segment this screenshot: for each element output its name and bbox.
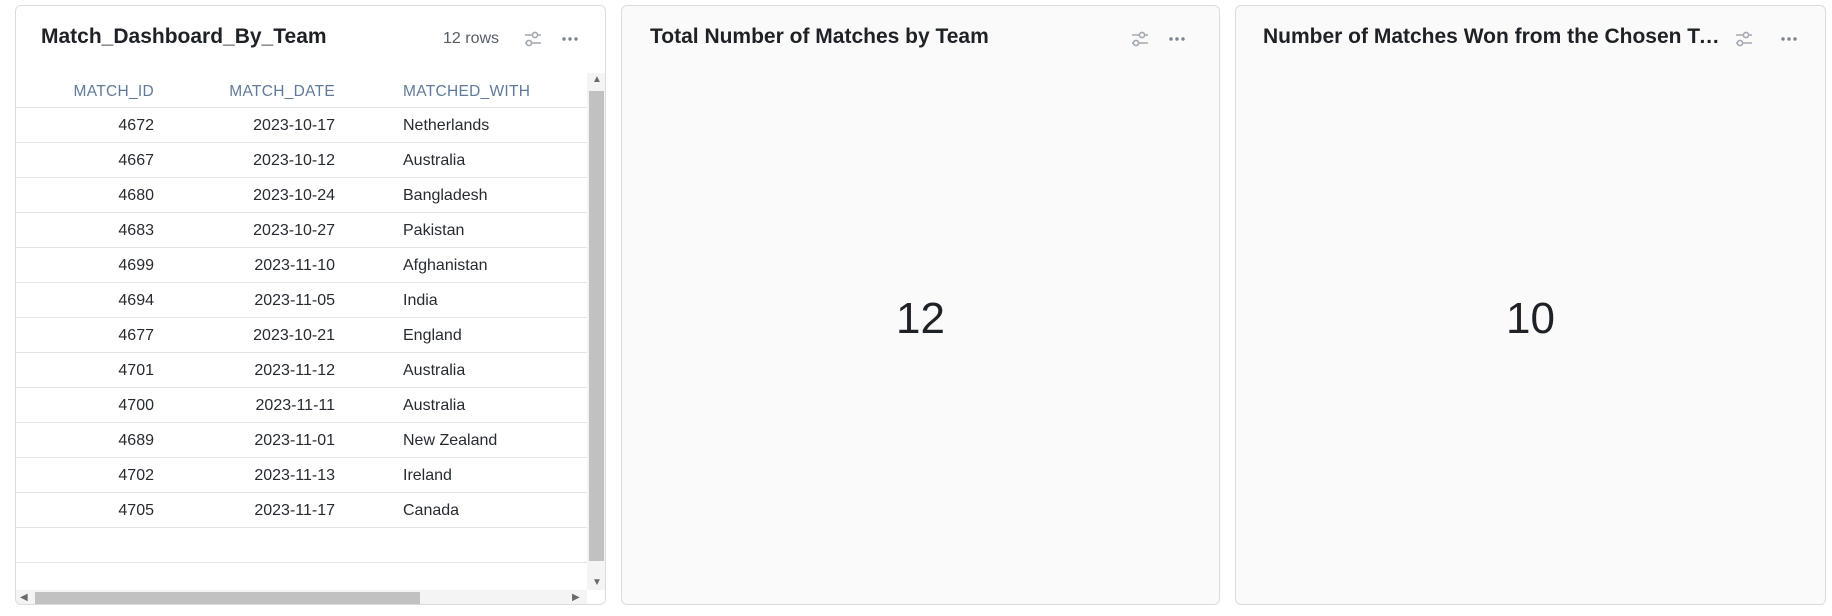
matches-won-panel: Number of Matches Won from the Chosen Te…	[1235, 5, 1826, 605]
cell-match-id: 4702	[118, 467, 154, 484]
kpi-value: 12	[896, 294, 945, 343]
column-header-match-id[interactable]: MATCH_ID	[74, 83, 154, 101]
table-row[interactable]: 4700 2023-11-11 Australia	[16, 388, 587, 423]
more-options-icon[interactable]	[1167, 31, 1187, 47]
cell-match-id: 4699	[118, 257, 154, 274]
cell-matched-with: Australia	[403, 362, 466, 379]
panel-title: Match_Dashboard_By_Team	[41, 25, 327, 48]
table-row[interactable]: 4667 2023-10-12 Australia	[16, 143, 587, 178]
cell-matched-with: Ireland	[403, 467, 452, 484]
cell-match-date: 2023-11-01	[254, 432, 335, 449]
cell-match-date: 2023-11-10	[254, 257, 335, 274]
cell-match-id: 4701	[118, 362, 154, 379]
scroll-down-arrow-icon[interactable]: ▼	[592, 578, 602, 588]
table-row[interactable]: 4672 2023-10-17 Netherlands	[16, 108, 587, 143]
filter-settings-icon[interactable]	[1130, 31, 1150, 47]
cell-match-date: 2023-10-21	[253, 327, 335, 344]
cell-match-id: 4680	[118, 187, 154, 204]
total-matches-panel: Total Number of Matches by Team 12	[621, 5, 1220, 605]
row-count-label: 12 rows	[443, 30, 500, 47]
table-row[interactable]: 4677 2023-10-21 England	[16, 318, 587, 353]
table-row[interactable]: 4694 2023-11-05 India	[16, 283, 587, 318]
cell-matched-with: Australia	[403, 152, 466, 169]
cell-matched-with: Australia	[403, 397, 466, 414]
table-row[interactable]: 4689 2023-11-01 New Zealand	[16, 423, 587, 458]
cell-matched-with: England	[403, 327, 462, 344]
cell-matched-with: New Zealand	[403, 432, 498, 449]
table-row[interactable]: 4702 2023-11-13 Ireland	[16, 458, 587, 493]
cell-match-date: 2023-11-05	[254, 292, 335, 309]
cell-match-date: 2023-10-27	[253, 222, 335, 239]
vertical-scrollbar[interactable]: ▲ ▼	[587, 73, 605, 590]
cell-match-id: 4667	[118, 152, 154, 169]
more-options-icon[interactable]	[560, 31, 580, 47]
cell-match-date: 2023-10-17	[253, 117, 335, 134]
scroll-left-arrow-icon[interactable]: ◀	[20, 593, 28, 603]
table-row[interactable]: 4680 2023-10-24 Bangladesh	[16, 178, 587, 213]
more-options-icon[interactable]	[1779, 31, 1799, 47]
cell-match-date: 2023-11-11	[255, 397, 335, 414]
empty-table-row	[16, 528, 587, 563]
panel-title: Number of Matches Won from the Chosen Te…	[1263, 25, 1725, 48]
cell-match-id: 4700	[118, 397, 154, 414]
cell-match-date: 2023-11-17	[254, 502, 335, 519]
cell-match-date: 2023-11-12	[254, 362, 335, 379]
match-dashboard-table-panel: Match_Dashboard_By_Team 12 rows MATCH_ID…	[15, 5, 606, 605]
panel-title: Total Number of Matches by Team	[650, 25, 989, 48]
cell-matched-with: Afghanistan	[403, 257, 488, 274]
filter-settings-icon[interactable]	[523, 31, 543, 47]
scroll-right-arrow-icon[interactable]: ▶	[572, 593, 580, 603]
table-row[interactable]: 4705 2023-11-17 Canada	[16, 493, 587, 528]
horizontal-scrollbar[interactable]: ◀ ▶	[16, 590, 587, 604]
cell-match-id: 4705	[118, 502, 154, 519]
cell-match-id: 4677	[118, 327, 154, 344]
cell-match-date: 2023-10-24	[253, 187, 335, 204]
cell-matched-with: Pakistan	[403, 222, 465, 239]
cell-matched-with: Bangladesh	[403, 187, 488, 204]
kpi-value: 10	[1506, 294, 1555, 343]
horizontal-scrollbar-thumb[interactable]	[35, 592, 420, 604]
column-header-match-date[interactable]: MATCH_DATE	[229, 83, 335, 101]
table-row[interactable]: 4699 2023-11-10 Afghanistan	[16, 248, 587, 283]
cell-matched-with: India	[403, 292, 438, 309]
table-body: 4672 2023-10-17 Netherlands 4667 2023-10-12 A…	[16, 108, 587, 563]
cell-match-date: 2023-10-12	[253, 152, 335, 169]
cell-match-id: 4683	[118, 222, 154, 239]
vertical-scrollbar-thumb[interactable]	[589, 91, 604, 561]
table-row[interactable]: 4683 2023-10-27 Pakistan	[16, 213, 587, 248]
filter-settings-icon[interactable]	[1734, 31, 1754, 47]
table-header: MATCH_ID MATCH_DATE MATCHED_WITH	[16, 73, 587, 108]
cell-matched-with: Canada	[403, 502, 460, 519]
cell-match-id: 4672	[118, 117, 154, 134]
scroll-up-arrow-icon[interactable]: ▲	[592, 75, 602, 85]
cell-matched-with: Netherlands	[403, 117, 490, 134]
table-row[interactable]: 4701 2023-11-12 Australia	[16, 353, 587, 388]
match-table: MATCH_ID MATCH_DATE MATCHED_WITH 4672 202…	[16, 73, 587, 590]
column-header-matched-with[interactable]: MATCHED_WITH	[403, 83, 530, 101]
cell-match-id: 4694	[118, 292, 154, 309]
cell-match-date: 2023-11-13	[254, 467, 335, 484]
cell-match-id: 4689	[118, 432, 154, 449]
